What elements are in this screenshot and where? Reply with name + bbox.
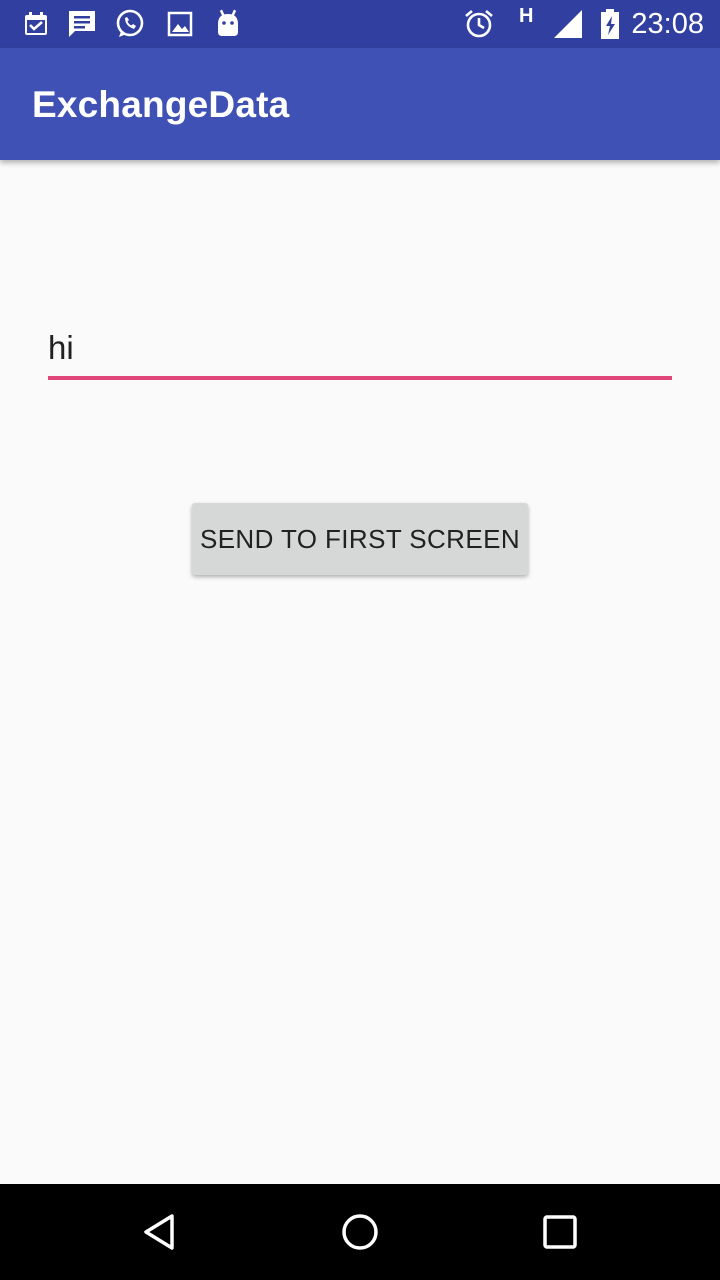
alarm-icon <box>465 10 493 38</box>
battery-icon <box>601 9 619 39</box>
home-icon[interactable] <box>336 1208 384 1256</box>
network-type-label: H <box>519 5 534 27</box>
recents-icon[interactable] <box>536 1208 584 1256</box>
screen: H 23:08 ExchangeData SEND TO FIRST SCREE… <box>0 0 720 1280</box>
back-icon[interactable] <box>136 1208 184 1256</box>
status-time: 23:08 <box>631 8 704 40</box>
app-title: ExchangeData <box>32 84 290 125</box>
android-icon <box>218 9 238 36</box>
status-bar: H 23:08 <box>0 0 720 48</box>
navigation-bar <box>0 1184 720 1280</box>
app-bar: ExchangeData <box>0 48 720 160</box>
calendar-icon <box>25 12 47 35</box>
main-content: SEND TO FIRST SCREEN <box>0 160 720 1184</box>
signal-icon <box>554 10 582 38</box>
whatsapp-icon <box>116 9 144 37</box>
message-icon <box>69 11 95 37</box>
message-input[interactable] <box>48 320 672 380</box>
image-icon <box>167 11 193 37</box>
send-to-first-screen-button[interactable]: SEND TO FIRST SCREEN <box>192 503 528 575</box>
